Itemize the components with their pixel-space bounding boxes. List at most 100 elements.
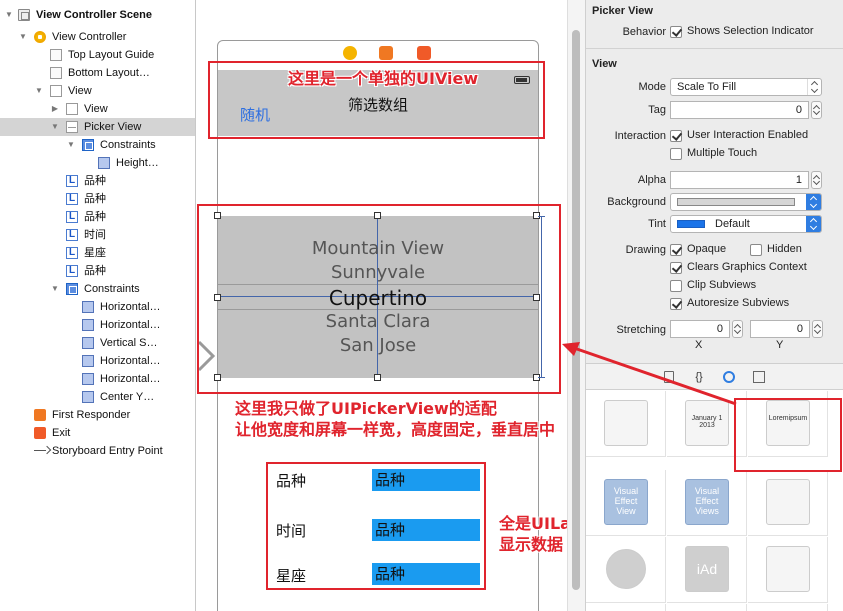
constraint-icon xyxy=(82,355,94,367)
view-icon xyxy=(66,103,78,115)
glkit-view-tile xyxy=(606,549,646,589)
constraint-icon xyxy=(82,337,94,349)
label-icon: L xyxy=(66,175,78,187)
disclosure-triangle-icon[interactable]: ▼ xyxy=(50,118,60,136)
outline-item-view[interactable]: ▼ View xyxy=(0,82,195,100)
outline-item-view-controller[interactable]: ▼ View Controller xyxy=(0,28,195,46)
tag-field[interactable]: 0 xyxy=(670,101,809,119)
outline-item-height-constraint[interactable]: Height… xyxy=(0,154,195,172)
shows-selection-checkbox[interactable] xyxy=(670,26,682,38)
outline-item-constraint[interactable]: Horizontal… xyxy=(0,298,195,316)
exit-icon[interactable] xyxy=(417,46,431,60)
disclosure-triangle-icon[interactable]: ▼ xyxy=(4,6,14,24)
constraint-icon xyxy=(82,391,94,403)
clip-subviews-checkbox[interactable] xyxy=(670,280,682,292)
canvas-scrollbar[interactable] xyxy=(567,0,585,611)
library-cell[interactable] xyxy=(586,537,666,603)
outline-item-constraints[interactable]: ▼ Constraints xyxy=(0,136,195,154)
shows-selection-label: Shows Selection Indicator xyxy=(687,25,814,37)
outline-item-top-layout-guide[interactable]: Top Layout Guide xyxy=(0,46,195,64)
disclosure-triangle-icon[interactable]: ▼ xyxy=(18,28,28,46)
outline-item-label: Picker View xyxy=(84,121,142,133)
alpha-stepper[interactable] xyxy=(811,171,822,189)
stretch-x-stepper[interactable] xyxy=(732,320,743,338)
hidden-label: Hidden xyxy=(767,243,802,255)
outline-item-constraint[interactable]: Horizontal… xyxy=(0,352,195,370)
user-interaction-checkbox[interactable] xyxy=(670,130,682,142)
library-cell[interactable]: Visual Effect View xyxy=(586,470,666,536)
outline-item-bottom-layout-guide[interactable]: Bottom Layout… xyxy=(0,64,195,82)
stretch-x-field[interactable]: 0 xyxy=(670,320,730,338)
outline-item-label-6[interactable]: L 品种 xyxy=(0,262,195,280)
view-controller-icon[interactable] xyxy=(343,46,357,60)
disclosure-triangle-icon[interactable]: ▼ xyxy=(66,136,76,154)
first-responder-icon xyxy=(34,409,46,421)
outline-item-subview[interactable]: ▶ View xyxy=(0,100,195,118)
library-cell[interactable] xyxy=(586,604,666,611)
attributes-inspector: Picker View Behavior Shows Selection Ind… xyxy=(585,0,843,363)
outline-item-label-5[interactable]: L 星座 xyxy=(0,244,195,262)
outline-item-storyboard-entry[interactable]: Storyboard Entry Point xyxy=(0,442,195,460)
disclosure-triangle-icon[interactable]: ▶ xyxy=(50,100,60,118)
outline-item-constraint[interactable]: Center Y… xyxy=(0,388,195,406)
layout-guide-icon xyxy=(50,67,62,79)
tag-stepper[interactable] xyxy=(811,101,822,119)
tint-color-popup[interactable]: Default xyxy=(670,215,822,233)
outline-item-label-3[interactable]: L 品种 xyxy=(0,208,195,226)
library-cell[interactable] xyxy=(667,604,747,611)
multiple-touch-checkbox[interactable] xyxy=(670,148,682,160)
stretch-y-field[interactable]: 0 xyxy=(750,320,810,338)
library-cell[interactable] xyxy=(748,537,828,603)
outline-item-label: 星座 xyxy=(84,247,106,259)
mode-popup[interactable]: Scale To Fill xyxy=(670,78,822,96)
outline-item-constraint[interactable]: Horizontal… xyxy=(0,316,195,334)
storyboard-canvas[interactable]: 筛选数组 随机 Mountain View Sunnyvale Cupertin… xyxy=(197,0,599,611)
interaction-label: Interaction xyxy=(614,130,666,142)
outline-item-view-constraints[interactable]: ▼ Constraints xyxy=(0,280,195,298)
mode-label: Mode xyxy=(638,81,666,93)
library-cell[interactable] xyxy=(748,604,828,611)
annotation-box-picker xyxy=(197,204,561,394)
library-cell[interactable]: Visual Effect Views xyxy=(667,470,747,536)
background-color-popup[interactable] xyxy=(670,193,822,211)
outline-item-picker-view[interactable]: ▼ Picker View xyxy=(0,118,195,136)
autoresize-checkbox[interactable] xyxy=(670,298,682,310)
outline-item-label: Storyboard Entry Point xyxy=(52,445,163,457)
outline-item-label-4[interactable]: L 时间 xyxy=(0,226,195,244)
library-cell[interactable]: iAd xyxy=(667,537,747,603)
alpha-field[interactable]: 1 xyxy=(670,171,809,189)
clears-context-checkbox[interactable] xyxy=(670,262,682,274)
outline-item-first-responder[interactable]: First Responder xyxy=(0,406,195,424)
disclosure-triangle-icon[interactable]: ▼ xyxy=(34,82,44,100)
outline-item-label: 品种 xyxy=(84,211,106,223)
constraints-icon xyxy=(82,139,94,151)
media-library-icon[interactable] xyxy=(753,371,765,383)
stretch-y-stepper[interactable] xyxy=(812,320,823,338)
outline-item-label: 品种 xyxy=(84,265,106,277)
hidden-checkbox[interactable] xyxy=(750,244,762,256)
view-controller-icon xyxy=(34,31,46,43)
disclosure-triangle-icon[interactable]: ▼ xyxy=(50,280,60,298)
outline-item-label: Horizontal… xyxy=(100,319,161,331)
outline-item-label-2[interactable]: L 品种 xyxy=(0,190,195,208)
entry-arrow-icon xyxy=(34,445,50,457)
outline-item-constraint[interactable]: Vertical S… xyxy=(0,334,195,352)
iad-banner-tile: iAd xyxy=(685,546,729,592)
outline-item-label: 品种 xyxy=(84,193,106,205)
constraint-icon xyxy=(82,319,94,331)
library-cell[interactable] xyxy=(748,470,828,536)
layout-guide-icon xyxy=(50,49,62,61)
outline-item-label-1[interactable]: L 品种 xyxy=(0,172,195,190)
first-responder-icon[interactable] xyxy=(379,46,393,60)
opaque-checkbox[interactable] xyxy=(670,244,682,256)
scrollbar-knob[interactable] xyxy=(572,30,580,590)
color-swatch xyxy=(677,198,795,206)
picker-view-icon xyxy=(66,121,78,133)
outline-item-scene[interactable]: ▼ View Controller Scene xyxy=(0,6,195,24)
clip-subviews-label: Clip Subviews xyxy=(687,279,757,291)
y-axis-label: Y xyxy=(776,339,784,351)
outline-item-constraint[interactable]: Horizontal… xyxy=(0,370,195,388)
view-icon xyxy=(50,85,62,97)
outline-item-exit[interactable]: Exit xyxy=(0,424,195,442)
label-icon: L xyxy=(66,193,78,205)
